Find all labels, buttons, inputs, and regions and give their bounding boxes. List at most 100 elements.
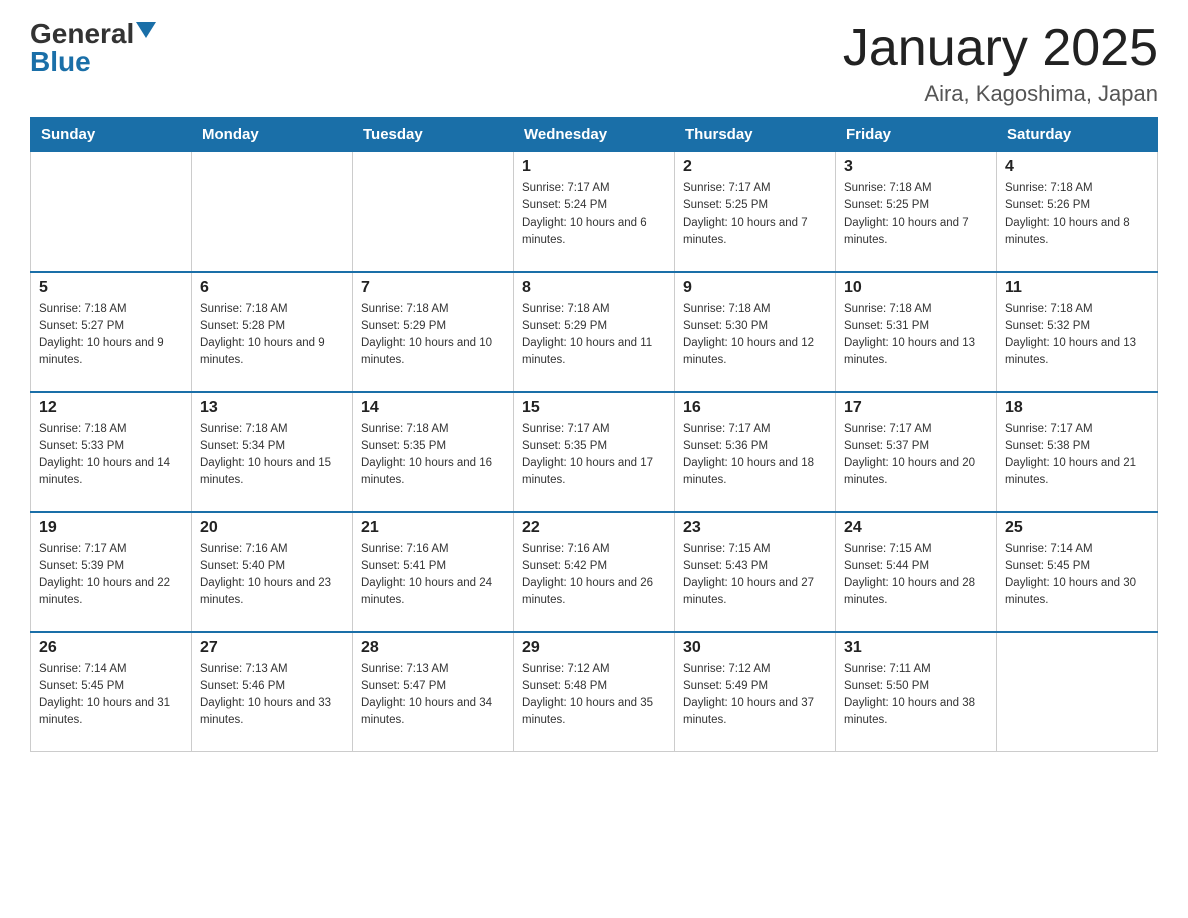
day-number: 20 [200,519,344,537]
calendar-cell: 26Sunrise: 7:14 AM Sunset: 5:45 PM Dayli… [31,632,192,752]
day-number: 6 [200,279,344,297]
day-info: Sunrise: 7:18 AM Sunset: 5:29 PM Dayligh… [361,301,505,370]
weekday-header-monday: Monday [192,118,353,152]
day-info: Sunrise: 7:17 AM Sunset: 5:38 PM Dayligh… [1005,421,1149,490]
day-info: Sunrise: 7:18 AM Sunset: 5:25 PM Dayligh… [844,180,988,249]
calendar-cell: 13 Sunrise: 7:18 AM Sunset: 5:34 PM Dayli… [192,392,353,512]
day-number: 5 [39,279,183,297]
day-info: Sunrise: 7:16 AM Sunset: 5:42 PM Dayligh… [522,541,666,610]
logo: General Blue [30,20,156,76]
calendar-cell [997,632,1158,752]
day-info: Sunrise: 7:16 AM Sunset: 5:40 PM Dayligh… [200,541,344,610]
calendar-cell: 16 Sunrise: 7:17 AM Sunset: 5:36 PM Dayli… [675,392,836,512]
calendar-cell: 23 Sunrise: 7:15 AM Sunset: 5:43 PM Dayli… [675,512,836,632]
calendar-cell: 3 Sunrise: 7:18 AM Sunset: 5:25 PM Daylig… [836,152,997,272]
calendar-cell: 12 Sunrise: 7:18 AM Sunset: 5:33 PM Dayli… [31,392,192,512]
calendar-title: January 2025 [843,20,1158,77]
day-info: Sunrise: 7:18 AM Sunset: 5:33 PM Dayligh… [39,421,183,490]
weekday-header-tuesday: Tuesday [353,118,514,152]
day-info: Sunrise: 7:17 AM Sunset: 5:36 PM Dayligh… [683,421,827,490]
day-number: 22 [522,519,666,537]
calendar-cell: 19 Sunrise: 7:17 AM Sunset: 5:39 PM Dayli… [31,512,192,632]
calendar-cell: 20 Sunrise: 7:16 AM Sunset: 5:40 PM Dayli… [192,512,353,632]
weekday-header-friday: Friday [836,118,997,152]
calendar-cell: 28Sunrise: 7:13 AM Sunset: 5:47 PM Dayli… [353,632,514,752]
calendar-cell: 27Sunrise: 7:13 AM Sunset: 5:46 PM Dayli… [192,632,353,752]
calendar-cell: 21 Sunrise: 7:16 AM Sunset: 5:41 PM Dayli… [353,512,514,632]
logo-blue-text: Blue [30,48,91,76]
calendar-cell: 4 Sunrise: 7:18 AM Sunset: 5:26 PM Daylig… [997,152,1158,272]
calendar-cell: 18 Sunrise: 7:17 AM Sunset: 5:38 PM Dayli… [997,392,1158,512]
day-number: 18 [1005,399,1149,417]
day-number: 21 [361,519,505,537]
day-info: Sunrise: 7:16 AM Sunset: 5:41 PM Dayligh… [361,541,505,610]
day-number: 16 [683,399,827,417]
calendar-week-row: 19 Sunrise: 7:17 AM Sunset: 5:39 PM Dayli… [31,512,1158,632]
day-number: 31 [844,639,988,657]
day-number: 2 [683,158,827,176]
day-info: Sunrise: 7:18 AM Sunset: 5:27 PM Dayligh… [39,301,183,370]
title-section: January 2025 Aira, Kagoshima, Japan [843,20,1158,107]
calendar-week-row: 5 Sunrise: 7:18 AM Sunset: 5:27 PM Daylig… [31,272,1158,392]
day-info: Sunrise: 7:15 AM Sunset: 5:44 PM Dayligh… [844,541,988,610]
day-info: Sunrise: 7:12 AM Sunset: 5:48 PM Dayligh… [522,661,666,730]
day-number: 23 [683,519,827,537]
logo-general-text: General [30,20,134,48]
calendar-cell: 22 Sunrise: 7:16 AM Sunset: 5:42 PM Dayli… [514,512,675,632]
day-number: 13 [200,399,344,417]
day-info: Sunrise: 7:15 AM Sunset: 5:43 PM Dayligh… [683,541,827,610]
logo-triangle-icon [136,22,156,38]
day-number: 29 [522,639,666,657]
calendar-cell: 30Sunrise: 7:12 AM Sunset: 5:49 PM Dayli… [675,632,836,752]
day-number: 28 [361,639,505,657]
day-info: Sunrise: 7:13 AM Sunset: 5:46 PM Dayligh… [200,661,344,730]
day-number: 19 [39,519,183,537]
calendar-week-row: 26Sunrise: 7:14 AM Sunset: 5:45 PM Dayli… [31,632,1158,752]
day-info: Sunrise: 7:17 AM Sunset: 5:39 PM Dayligh… [39,541,183,610]
calendar-cell [192,152,353,272]
calendar-cell: 10Sunrise: 7:18 AM Sunset: 5:31 PM Dayli… [836,272,997,392]
calendar-cell: 5 Sunrise: 7:18 AM Sunset: 5:27 PM Daylig… [31,272,192,392]
day-info: Sunrise: 7:18 AM Sunset: 5:26 PM Dayligh… [1005,180,1149,249]
calendar-cell: 14 Sunrise: 7:18 AM Sunset: 5:35 PM Dayli… [353,392,514,512]
day-number: 11 [1005,279,1149,297]
calendar-cell [353,152,514,272]
day-number: 7 [361,279,505,297]
day-number: 9 [683,279,827,297]
day-number: 3 [844,158,988,176]
weekday-header-wednesday: Wednesday [514,118,675,152]
day-info: Sunrise: 7:14 AM Sunset: 5:45 PM Dayligh… [1005,541,1149,610]
day-number: 14 [361,399,505,417]
calendar-cell: 25 Sunrise: 7:14 AM Sunset: 5:45 PM Dayli… [997,512,1158,632]
day-number: 8 [522,279,666,297]
day-info: Sunrise: 7:18 AM Sunset: 5:34 PM Dayligh… [200,421,344,490]
calendar-table: SundayMondayTuesdayWednesdayThursdayFrid… [30,117,1158,752]
day-info: Sunrise: 7:11 AM Sunset: 5:50 PM Dayligh… [844,661,988,730]
weekday-header-sunday: Sunday [31,118,192,152]
calendar-cell: 29 Sunrise: 7:12 AM Sunset: 5:48 PM Dayli… [514,632,675,752]
day-number: 30 [683,639,827,657]
day-number: 1 [522,158,666,176]
calendar-week-row: 1Sunrise: 7:17 AM Sunset: 5:24 PM Daylig… [31,152,1158,272]
day-number: 24 [844,519,988,537]
calendar-cell: 24 Sunrise: 7:15 AM Sunset: 5:44 PM Dayli… [836,512,997,632]
day-info: Sunrise: 7:18 AM Sunset: 5:30 PM Dayligh… [683,301,827,370]
day-info: Sunrise: 7:17 AM Sunset: 5:35 PM Dayligh… [522,421,666,490]
calendar-cell: 31 Sunrise: 7:11 AM Sunset: 5:50 PM Dayli… [836,632,997,752]
calendar-cell: 6 Sunrise: 7:18 AM Sunset: 5:28 PM Daylig… [192,272,353,392]
day-info: Sunrise: 7:18 AM Sunset: 5:35 PM Dayligh… [361,421,505,490]
day-info: Sunrise: 7:18 AM Sunset: 5:28 PM Dayligh… [200,301,344,370]
day-info: Sunrise: 7:17 AM Sunset: 5:25 PM Dayligh… [683,180,827,249]
day-number: 10 [844,279,988,297]
day-number: 12 [39,399,183,417]
calendar-cell: 8Sunrise: 7:18 AM Sunset: 5:29 PM Daylig… [514,272,675,392]
day-number: 4 [1005,158,1149,176]
location-subtitle: Aira, Kagoshima, Japan [843,81,1158,107]
day-number: 25 [1005,519,1149,537]
day-number: 15 [522,399,666,417]
calendar-cell: 1Sunrise: 7:17 AM Sunset: 5:24 PM Daylig… [514,152,675,272]
day-info: Sunrise: 7:14 AM Sunset: 5:45 PM Dayligh… [39,661,183,730]
calendar-cell: 17Sunrise: 7:17 AM Sunset: 5:37 PM Dayli… [836,392,997,512]
calendar-header-row: SundayMondayTuesdayWednesdayThursdayFrid… [31,118,1158,152]
calendar-cell: 2 Sunrise: 7:17 AM Sunset: 5:25 PM Daylig… [675,152,836,272]
